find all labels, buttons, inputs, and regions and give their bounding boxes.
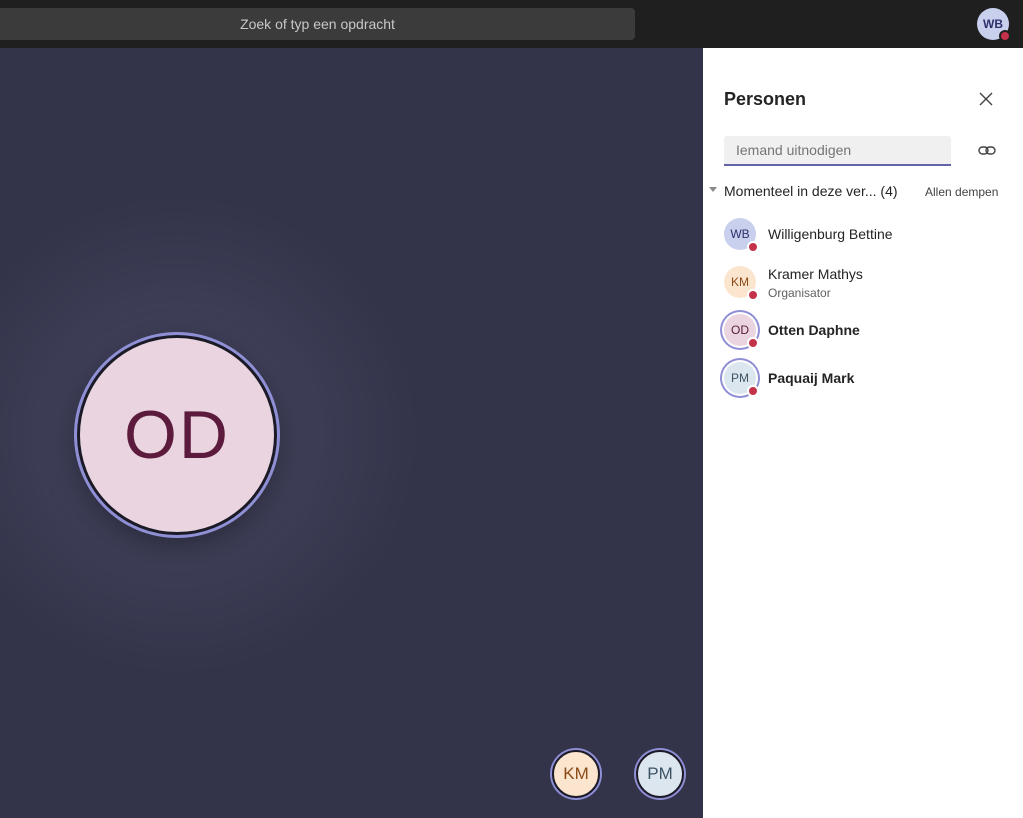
avatar-initials: OD (731, 323, 749, 337)
search-input[interactable]: Zoek of typ een opdracht (0, 8, 635, 40)
mute-all-button[interactable]: Allen dempen (925, 185, 998, 199)
thumbnail-initials: PM (647, 764, 673, 783)
participants-section-header[interactable]: Momenteel in deze ver... (4) Allen dempe… (703, 182, 1023, 202)
participant-name: Kramer Mathys (768, 266, 863, 282)
status-busy-indicator (747, 385, 759, 397)
status-busy-indicator (999, 30, 1011, 42)
panel-title: Personen (724, 89, 807, 109)
meeting-stage: OD KM PM (0, 48, 703, 818)
avatar-initials: PM (731, 371, 749, 385)
participant-thumbnail-km[interactable]: KM (550, 748, 602, 800)
avatar: WB (724, 218, 759, 253)
participant-row[interactable]: WB Willigenburg Bettine (703, 212, 1023, 256)
participant-row[interactable]: PM Paquaij Mark (703, 356, 1023, 400)
avatar: OD (724, 314, 759, 349)
people-panel: Personen Momenteel in deze ver... (4) Al… (703, 48, 1023, 818)
avatar-initials: WB (730, 227, 750, 241)
invite-input[interactable] (724, 136, 951, 166)
active-speaker-initials: OD (124, 397, 230, 473)
status-busy-indicator (747, 241, 759, 253)
section-label: Momenteel in deze ver... (4) (724, 183, 898, 199)
participant-thumbnail-pm[interactable]: PM (634, 748, 686, 800)
avatar: PM (724, 362, 759, 397)
avatar-initials: KM (731, 275, 749, 289)
participant-row[interactable]: OD Otten Daphne (703, 308, 1023, 352)
participant-name: Paquaij Mark (768, 370, 855, 386)
thumbnail-initials: KM (563, 764, 589, 783)
search-placeholder: Zoek of typ een opdracht (240, 16, 395, 32)
profile-avatar[interactable]: WB (977, 8, 1011, 42)
participant-name: Otten Daphne (768, 322, 860, 338)
close-icon (979, 92, 993, 106)
status-busy-indicator (747, 337, 759, 349)
participant-role: Organisator (768, 286, 831, 300)
profile-initials: WB (983, 17, 1003, 31)
link-icon (978, 146, 996, 155)
title-bar: Zoek of typ een opdracht WB (0, 0, 1023, 48)
avatar: KM (724, 266, 759, 301)
close-panel-button[interactable] (975, 88, 997, 110)
status-busy-indicator (747, 289, 759, 301)
participant-row[interactable]: KM Kramer Mathys Organisator (703, 260, 1023, 304)
active-speaker-avatar: OD (74, 332, 280, 538)
share-link-button[interactable] (976, 140, 998, 162)
participant-name: Willigenburg Bettine (768, 226, 893, 242)
chevron-down-icon[interactable] (709, 187, 717, 192)
